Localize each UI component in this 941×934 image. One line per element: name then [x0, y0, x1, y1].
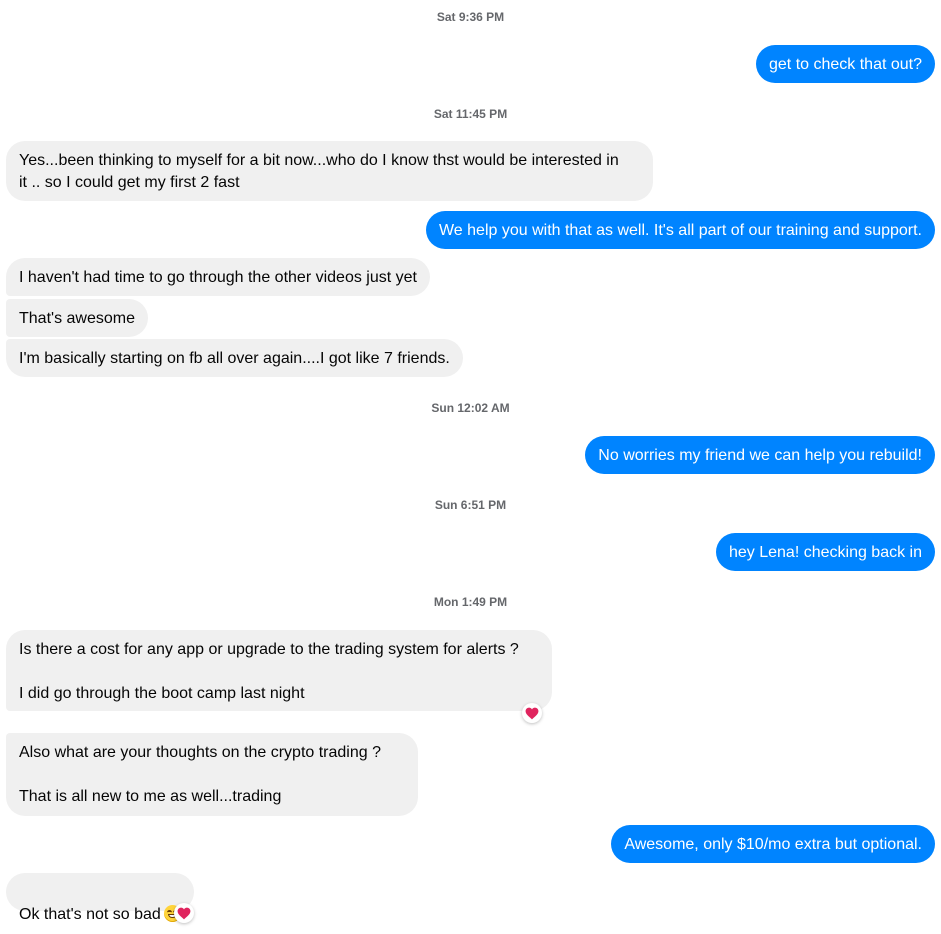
message-incoming[interactable]: Ok that's not so bad — [6, 873, 194, 923]
message-incoming[interactable]: Also what are your thoughts on the crypt… — [6, 733, 418, 816]
reaction-heart[interactable] — [174, 903, 194, 923]
reaction-heart[interactable] — [522, 703, 542, 723]
heart-icon — [525, 707, 539, 719]
message-outgoing[interactable]: Awesome, only $10/mo extra but optional. — [611, 825, 935, 863]
message-incoming[interactable]: I'm basically starting on fb all over ag… — [6, 339, 463, 377]
message-incoming[interactable]: That's awesome — [6, 299, 148, 337]
timestamp: Sun 12:02 AM — [431, 401, 510, 415]
timestamp: Sun 6:51 PM — [434, 498, 507, 512]
timestamp: Mon 1:49 PM — [433, 595, 508, 609]
message-incoming[interactable]: Yes...been thinking to myself for a bit … — [6, 141, 653, 201]
message-outgoing[interactable]: We help you with that as well. It's all … — [425, 211, 935, 249]
heart-icon — [177, 907, 191, 919]
message-outgoing[interactable]: No worries my friend we can help you reb… — [585, 436, 935, 474]
timestamp: Sat 11:45 PM — [433, 107, 508, 121]
message-outgoing[interactable]: get to check that out? — [756, 45, 935, 83]
timestamp: Sat 9:36 PM — [436, 10, 505, 24]
message-incoming[interactable]: Is there a cost for any app or upgrade t… — [6, 630, 552, 711]
message-outgoing[interactable]: hey Lena! checking back in — [715, 533, 935, 571]
message-incoming[interactable]: I haven't had time to go through the oth… — [6, 258, 430, 296]
message-text: Ok that's not so bad — [19, 906, 161, 923]
